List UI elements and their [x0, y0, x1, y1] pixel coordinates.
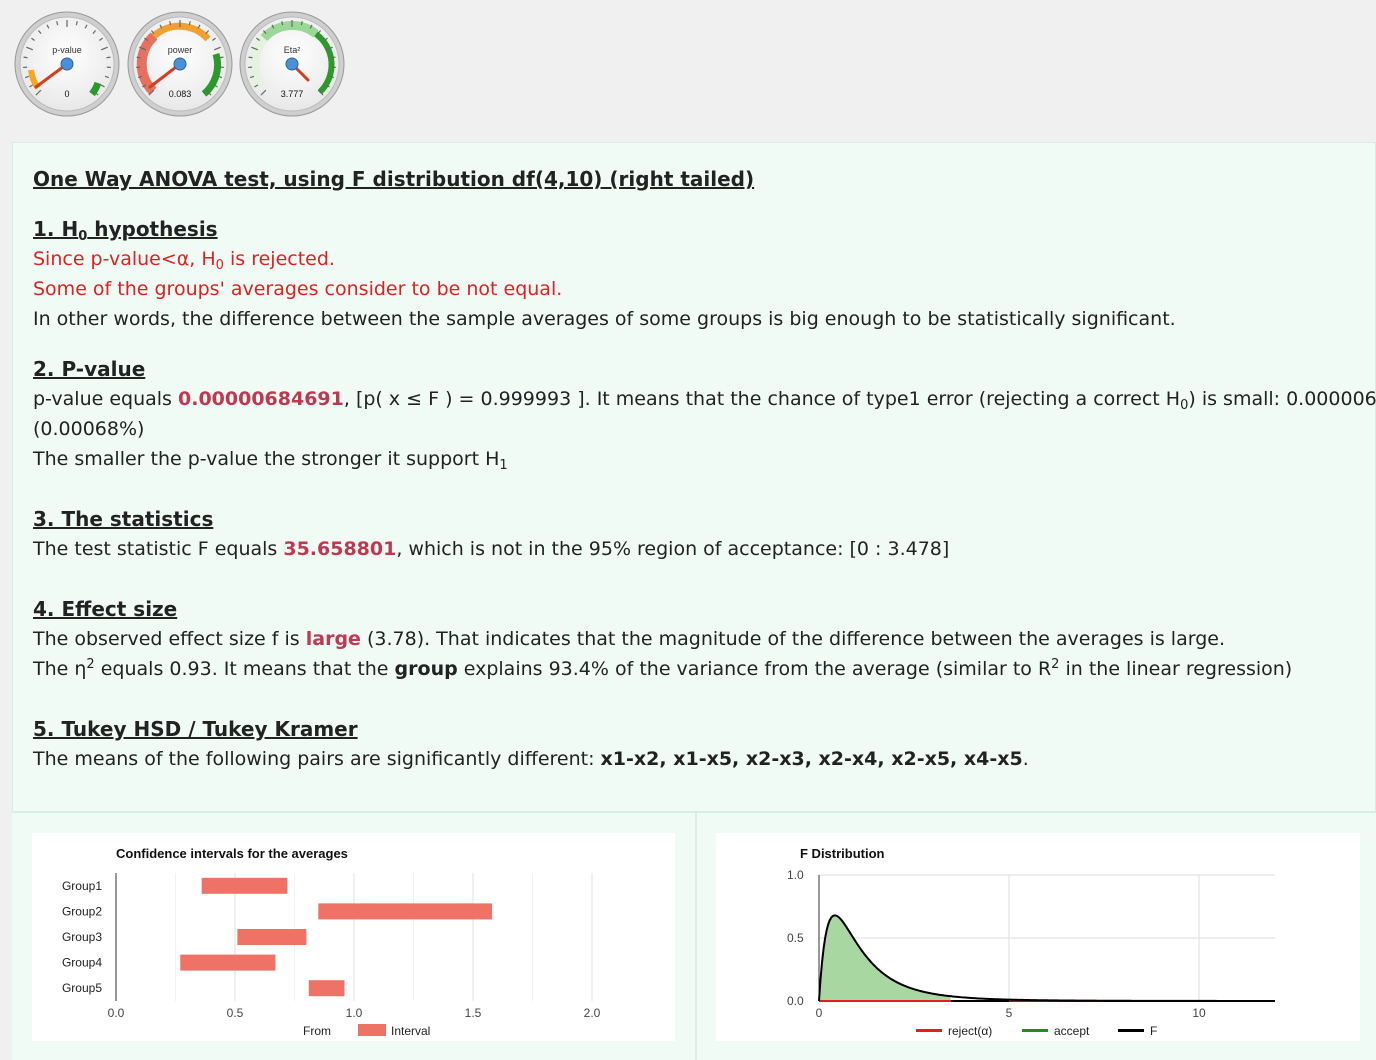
f-legend-label: reject(α) — [948, 1024, 992, 1038]
gauge-label: power — [168, 45, 193, 55]
f-xtick-label: 5 — [1006, 1006, 1013, 1020]
ci-legend-from: From — [303, 1024, 331, 1038]
ci-category-label: Group4 — [62, 956, 102, 970]
section-statistics-title: 3. The statistics — [33, 507, 214, 531]
f-xtick-label: 0 — [816, 1006, 823, 1020]
ci-xtick-label: 0.5 — [227, 1006, 244, 1020]
ci-interval-bar — [237, 929, 307, 945]
ci-xtick-label: 1.0 — [346, 1006, 363, 1020]
charts-area: Confidence intervals for the averages Gr… — [12, 812, 1376, 1060]
f-statistic-value: 35.658801 — [283, 538, 397, 560]
f-chart-panel: F Distribution 0.0 0.5 1.0 0 5 10 reject(α) ac… — [716, 833, 1360, 1041]
tukey-pairs: x1-x2, x1-x5, x2-x3, x2-x4, x2-x5, x4-x5 — [600, 748, 1023, 770]
section-tukey-title: 5. Tukey HSD / Tukey Kramer — [33, 717, 358, 741]
tukey-line: The means of the following pairs are sig… — [33, 748, 1029, 770]
pvalue-value: 0.00000684691 — [178, 388, 344, 410]
ci-interval-bar — [180, 954, 276, 971]
pvalue-line: p-value equals 0.00000684691, [p( x ≤ F … — [33, 388, 1376, 413]
effect-size-value: large — [305, 628, 361, 650]
gauge-tick — [23, 56, 28, 59]
f-ytick-label: 1.0 — [787, 868, 804, 882]
p-value-gauge: p-value 0 — [14, 11, 120, 117]
ci-xtick-label: 1.5 — [465, 1006, 482, 1020]
eta-squared-line: The η2 equals 0.93. It means that the gr… — [33, 657, 1293, 680]
f-legend-swatch — [916, 1029, 942, 1032]
gauge-value: 3.777 — [281, 89, 304, 99]
f-legend-label: F — [1150, 1024, 1157, 1038]
ci-category-label: Group2 — [62, 904, 102, 918]
section-pvalue-title: 2. P-value — [33, 357, 146, 381]
ci-interval-bar — [318, 903, 493, 920]
gauge-label: p-value — [52, 45, 82, 55]
gauge-value: 0 — [64, 89, 69, 99]
gauge-tick — [106, 56, 111, 59]
ci-chart-panel: Confidence intervals for the averages Gr… — [32, 833, 675, 1041]
f-legend-swatch — [1118, 1029, 1144, 1032]
gauge-tick — [248, 56, 253, 59]
section-effect-title: 4. Effect size — [33, 597, 178, 621]
f-xtick-label: 10 — [1192, 1006, 1206, 1020]
report-heading: One Way ANOVA test, using F distribution… — [33, 167, 755, 191]
ci-interval-bar — [308, 980, 345, 997]
ci-chart-title: Confidence intervals for the averages — [116, 846, 348, 861]
section-h0-title: 1. H0 hypothesis — [33, 217, 218, 244]
h0-explanation: In other words, the difference between t… — [33, 308, 1176, 330]
ci-xtick-label: 0.0 — [108, 1006, 125, 1020]
ci-category-label: Group5 — [62, 981, 102, 995]
gauge-label: Eta² — [284, 45, 301, 55]
h0-result: Since p-value<α, H0 is rejected. — [33, 248, 335, 273]
f-accept-area — [819, 915, 952, 1001]
power-gauge: power 0.083 — [127, 11, 233, 117]
f-legend-swatch — [1022, 1029, 1048, 1032]
f-chart-title: F Distribution — [800, 846, 885, 861]
ci-legend-swatch — [358, 1024, 386, 1036]
ci-xtick-label: 2.0 — [584, 1006, 601, 1020]
effect-size-line: The observed effect size f is large (3.7… — [33, 628, 1225, 650]
gauge-tick — [136, 56, 141, 59]
eta-gauge: Eta² 3.777 — [239, 11, 345, 117]
pvalue-percent: (0.00068%) — [33, 418, 145, 440]
ci-category-label: Group3 — [62, 930, 102, 944]
gauge-value: 0.083 — [169, 89, 192, 99]
f-distribution-chart: F Distribution 0.0 0.5 1.0 0 5 10 reject(α) ac… — [787, 846, 1275, 1038]
statistics-line: The test statistic F equals 35.658801, w… — [33, 538, 950, 560]
f-ytick-label: 0.0 — [787, 994, 804, 1008]
gauge-tick — [219, 56, 224, 59]
f-ytick-label: 0.5 — [787, 931, 804, 945]
anova-report: One Way ANOVA test, using F distribution… — [12, 142, 1376, 812]
ci-chart: Confidence intervals for the averages Gr… — [62, 846, 601, 1038]
gauge-bar: p-value 0 power 0.083 Eta² 3.777 — [0, 0, 1376, 140]
gauge-tick — [331, 56, 336, 59]
f-legend-label: accept — [1054, 1024, 1090, 1038]
pvalue-note: The smaller the p-value the stronger it … — [33, 448, 508, 473]
ci-legend-interval: Interval — [391, 1024, 430, 1038]
h0-conclusion: Some of the groups' averages consider to… — [33, 278, 563, 300]
ci-category-label: Group1 — [62, 879, 102, 893]
ci-interval-bar — [201, 877, 288, 894]
panel-divider — [695, 813, 697, 1060]
